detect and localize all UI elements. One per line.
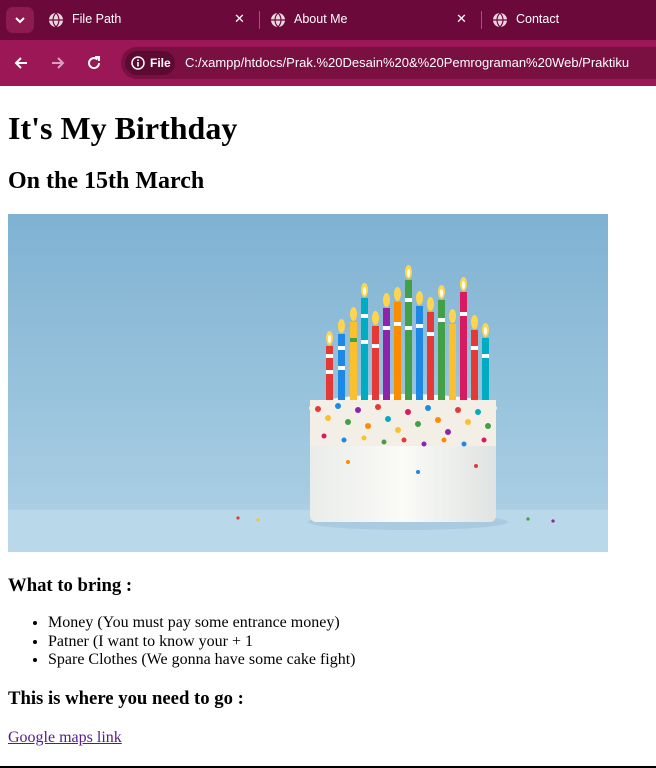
google-maps-link[interactable]: Google maps link xyxy=(8,729,122,747)
birthday-cake-image xyxy=(8,214,608,552)
url-text[interactable]: C:/xampp/htdocs/Prak.%20Desain%20&%20Pem… xyxy=(185,55,629,70)
list-item: Money (You must pay some entrance money) xyxy=(48,614,356,633)
tab-search-button[interactable] xyxy=(6,7,34,33)
back-arrow-icon[interactable] xyxy=(12,54,30,72)
tab-label: About Me xyxy=(294,12,348,26)
where-to-go-heading: This is where you need to go : xyxy=(8,688,244,709)
page-title: It's My Birthday xyxy=(8,110,238,146)
browser-toolbar: File C:/xampp/htdocs/Prak.%20Desain%20&%… xyxy=(0,40,656,86)
tab-divider xyxy=(259,11,260,29)
chevron-down-icon xyxy=(15,17,25,24)
globe-icon xyxy=(271,12,285,28)
tab-contact[interactable]: Contact xyxy=(492,4,656,36)
address-bar[interactable]: File C:/xampp/htdocs/Prak.%20Desain%20&%… xyxy=(121,47,656,79)
list-item: Spare Clothes (We gonna have some cake f… xyxy=(48,651,356,670)
chip-label: File xyxy=(150,56,171,70)
globe-icon xyxy=(493,12,507,28)
tab-strip: File Path ✕ About Me ✕ Contact xyxy=(0,0,656,40)
close-tab-icon[interactable]: ✕ xyxy=(456,11,467,27)
close-tab-icon[interactable]: ✕ xyxy=(234,11,245,27)
tab-file-path[interactable]: File Path ✕ xyxy=(48,4,248,36)
tab-label: Contact xyxy=(516,12,560,26)
info-icon xyxy=(131,56,145,70)
bring-list: Money (You must pay some entrance money)… xyxy=(8,614,356,670)
list-item: Patner (I want to know your + 1 xyxy=(48,633,356,652)
reload-icon[interactable] xyxy=(85,54,103,72)
forward-arrow-icon[interactable] xyxy=(49,54,67,72)
tab-divider xyxy=(481,11,482,29)
site-info-chip[interactable]: File xyxy=(125,51,175,75)
tab-about-me[interactable]: About Me ✕ xyxy=(270,4,470,36)
globe-icon xyxy=(49,12,63,28)
what-to-bring-heading: What to bring : xyxy=(8,575,133,596)
page-subtitle: On the 15th March xyxy=(8,168,205,194)
tab-label: File Path xyxy=(72,12,122,26)
